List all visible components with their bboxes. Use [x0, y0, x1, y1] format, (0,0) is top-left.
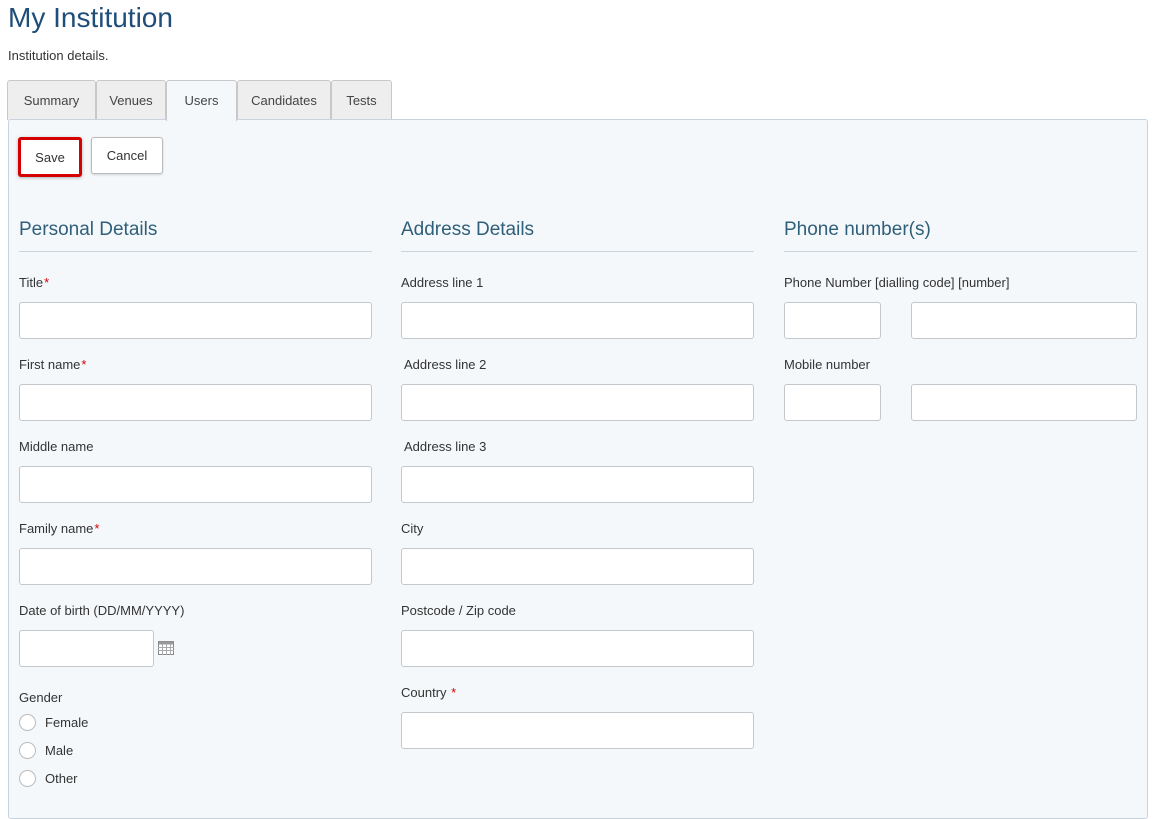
address-details-heading: Address Details: [401, 219, 535, 240]
address-line2-input[interactable]: [401, 384, 754, 421]
radio-button[interactable]: [19, 770, 36, 787]
radio-label: Other: [45, 771, 78, 786]
user-form-panel: Save Cancel Personal Details Title* Firs…: [8, 119, 1148, 819]
mobile-number-input[interactable]: [911, 384, 1137, 421]
required-marker: *: [451, 685, 457, 700]
page-title: My Institution: [8, 2, 173, 33]
postcode-input[interactable]: [401, 630, 754, 667]
radio-label: Male: [45, 743, 74, 758]
address-line3-label: Address line 3: [404, 439, 487, 454]
personal-details-heading: Personal Details: [19, 219, 158, 240]
radio-button[interactable]: [19, 714, 36, 731]
radio-button[interactable]: [19, 742, 36, 759]
postcode-label: Postcode / Zip code: [401, 603, 516, 618]
dob-input[interactable]: [19, 630, 154, 667]
phone-dialling-code-input[interactable]: [784, 302, 881, 339]
phone-number-label: Phone Number [dialling code] [number]: [784, 275, 1010, 290]
required-marker: *: [94, 521, 100, 536]
calendar-icon[interactable]: [158, 641, 174, 655]
page-subtitle: Institution details.: [8, 48, 109, 63]
gender-label: Gender: [19, 690, 63, 705]
mobile-number-label: Mobile number: [784, 357, 870, 372]
country-label: Country *: [401, 685, 457, 700]
mobile-dialling-code-input[interactable]: [784, 384, 881, 421]
city-label: City: [401, 521, 424, 536]
address-line1-input[interactable]: [401, 302, 754, 339]
city-input[interactable]: [401, 548, 754, 585]
family-name-label: Family name*: [19, 521, 100, 536]
tab-tests[interactable]: Tests: [331, 80, 392, 120]
title-label: Title*: [19, 275, 50, 290]
radio-label: Female: [45, 715, 89, 730]
required-marker: *: [44, 275, 50, 290]
tab-candidates[interactable]: Candidates: [237, 80, 331, 120]
country-input[interactable]: [401, 712, 754, 749]
personal-details-divider: [19, 251, 372, 252]
address-line3-input[interactable]: [401, 466, 754, 503]
phone-number-input[interactable]: [911, 302, 1137, 339]
tab-summary[interactable]: Summary: [7, 80, 96, 120]
tab-venues[interactable]: Venues: [96, 80, 166, 120]
tab-users[interactable]: Users: [166, 80, 237, 121]
address-line1-label: Address line 1: [401, 275, 484, 290]
address-line2-label: Address line 2: [404, 357, 487, 372]
required-marker: *: [81, 357, 87, 372]
title-input[interactable]: [19, 302, 372, 339]
cancel-button[interactable]: Cancel: [91, 137, 163, 174]
middle-name-input[interactable]: [19, 466, 372, 503]
save-button[interactable]: Save: [18, 137, 82, 177]
middle-name-label: Middle name: [19, 439, 94, 454]
phone-numbers-heading: Phone number(s): [784, 219, 931, 240]
first-name-label: First name*: [19, 357, 87, 372]
first-name-input[interactable]: [19, 384, 372, 421]
family-name-input[interactable]: [19, 548, 372, 585]
address-details-divider: [401, 251, 754, 252]
dob-label: Date of birth (DD/MM/YYYY): [19, 603, 185, 618]
phone-numbers-divider: [784, 251, 1137, 252]
